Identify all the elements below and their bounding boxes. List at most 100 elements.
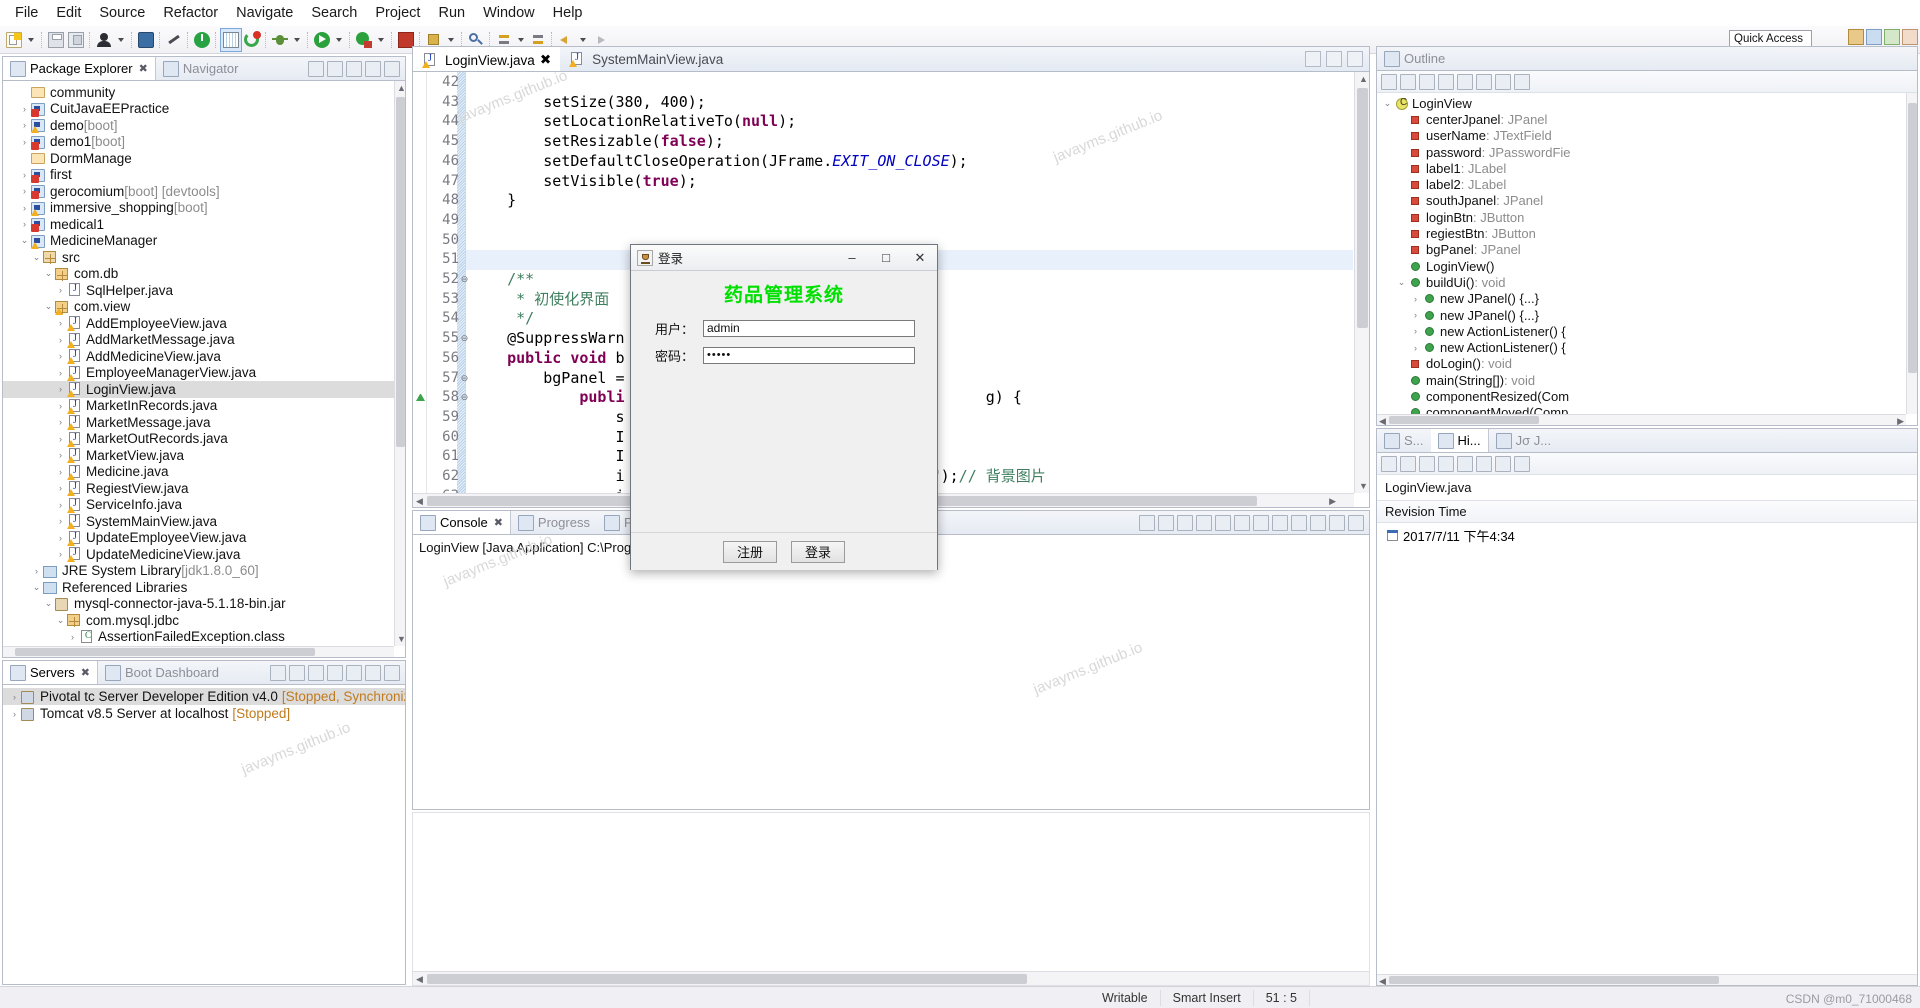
save-icon[interactable]: [46, 28, 66, 52]
tree-node[interactable]: ⌄com.db: [3, 266, 394, 283]
history-hscrollbar[interactable]: ◀: [1377, 974, 1917, 985]
twisty-icon[interactable]: ›: [30, 566, 43, 576]
tree-node[interactable]: ›AddMedicineView.java: [3, 348, 394, 365]
outline-row[interactable]: label2 : JLabel: [1377, 176, 1906, 192]
twisty-icon[interactable]: ›: [54, 335, 67, 345]
scroll-right-icon[interactable]: ▶: [1897, 416, 1904, 427]
twisty-icon[interactable]: ›: [54, 533, 67, 543]
twisty-icon[interactable]: ›: [54, 483, 67, 493]
tab-console[interactable]: Console✖: [413, 511, 511, 534]
outline-row[interactable]: southJpanel : JPanel: [1377, 193, 1906, 209]
outline-hscrollbar[interactable]: ◀ ▶: [1377, 414, 1906, 425]
outline-row[interactable]: regiestBtn : JButton: [1377, 225, 1906, 241]
maximize-icon[interactable]: [1347, 51, 1363, 67]
login-login-button[interactable]: 登录: [791, 541, 845, 563]
tree-node[interactable]: ›MarketView.java: [3, 447, 394, 464]
outline-row[interactable]: componentMoved(Comp: [1377, 405, 1906, 414]
twisty-icon[interactable]: ›: [54, 549, 67, 559]
scroll-up-icon[interactable]: ▲: [1359, 74, 1368, 84]
login-register-button[interactable]: 注册: [723, 541, 777, 563]
view-menu-icon[interactable]: [346, 665, 362, 681]
bottom-hscroll-thumb[interactable]: [427, 974, 1027, 984]
twisty-icon[interactable]: ⌄: [30, 252, 43, 263]
twisty-icon[interactable]: ›: [54, 417, 67, 427]
display-selected-icon[interactable]: [1272, 515, 1288, 531]
person-icon[interactable]: [94, 28, 114, 52]
tree-node[interactable]: ›EmployeeManagerView.java: [3, 365, 394, 382]
tree-node[interactable]: ›demo1 [boot]: [3, 134, 394, 151]
book-icon[interactable]: [220, 28, 242, 52]
twisty-icon[interactable]: ⌄: [42, 598, 55, 609]
twisty-icon[interactable]: ›: [54, 285, 67, 295]
package-explorer-vscrollbar[interactable]: ▲ ▼: [394, 81, 405, 646]
twisty-icon[interactable]: ›: [18, 219, 31, 229]
remove-all-icon[interactable]: [1177, 515, 1193, 531]
tree-node[interactable]: ›SystemMainView.java: [3, 513, 394, 530]
view-menu-icon[interactable]: [1305, 51, 1321, 67]
twisty-icon[interactable]: ›: [18, 186, 31, 196]
run-server-dropdown-icon[interactable]: [378, 38, 384, 42]
twisty-icon[interactable]: ›: [54, 434, 67, 444]
maximize-icon[interactable]: [1514, 456, 1530, 472]
maximize-icon[interactable]: [384, 665, 400, 681]
twisty-icon[interactable]: ›: [18, 104, 31, 114]
tree-node[interactable]: ›gerocomium [boot] [devtools]: [3, 183, 394, 200]
twisty-icon[interactable]: ⌄: [42, 301, 55, 312]
sort-icon[interactable]: [1381, 74, 1397, 90]
maximize-icon[interactable]: [384, 61, 400, 77]
editor-marker-bar[interactable]: [413, 72, 427, 493]
tree-node[interactable]: ›AddMarketMessage.java: [3, 332, 394, 349]
minimize-icon[interactable]: [365, 665, 381, 681]
tree-node[interactable]: ›UpdateEmployeeView.java: [3, 530, 394, 547]
menu-item-run[interactable]: Run: [429, 3, 474, 23]
remove-icon[interactable]: [1158, 515, 1174, 531]
tree-node[interactable]: ⌄com.view: [3, 299, 394, 316]
twisty-icon[interactable]: ›: [18, 203, 31, 213]
start-icon[interactable]: [270, 665, 286, 681]
close-icon[interactable]: ✖: [540, 52, 551, 68]
minimize-button[interactable]: –: [835, 245, 869, 271]
twisty-icon[interactable]: ⌄: [18, 235, 31, 246]
collapse-all-icon[interactable]: [308, 61, 324, 77]
outline-row[interactable]: bgPanel : JPanel: [1377, 242, 1906, 258]
hide-fields-icon[interactable]: [1400, 74, 1416, 90]
power-icon[interactable]: [192, 28, 212, 52]
run-dropdown-icon[interactable]: [336, 38, 342, 42]
pin-icon[interactable]: [1419, 456, 1435, 472]
twisty-icon[interactable]: ›: [54, 384, 67, 394]
outline-row[interactable]: doLogin() : void: [1377, 356, 1906, 372]
login-form[interactable]: 用户：admin密码：•••••: [631, 319, 937, 365]
outline-vscroll-thumb[interactable]: [1908, 103, 1917, 373]
tree-node[interactable]: ›AssertionFailedException.class: [3, 629, 394, 646]
menu-item-search[interactable]: Search: [302, 3, 366, 23]
scroll-down-icon[interactable]: ▼: [397, 634, 406, 644]
package-explorer-hscrollbar[interactable]: [3, 646, 394, 657]
tree-node[interactable]: ›SqlHelper.java: [3, 282, 394, 299]
close-icon[interactable]: ✖: [81, 666, 90, 679]
outline-row[interactable]: centerJpanel : JPanel: [1377, 111, 1906, 127]
tree-node[interactable]: ›MarketMessage.java: [3, 414, 394, 431]
refresh-icon[interactable]: [242, 28, 262, 52]
open-console-icon[interactable]: [1291, 515, 1307, 531]
twisty-icon[interactable]: ⌄: [1381, 98, 1394, 109]
twisty-icon[interactable]: ›: [1409, 343, 1422, 353]
twisty-icon[interactable]: ›: [8, 709, 21, 719]
menu-item-refactor[interactable]: Refactor: [154, 3, 227, 23]
tree-node[interactable]: ›immersive_shopping [boot]: [3, 200, 394, 217]
back-dropdown-icon[interactable]: [580, 38, 586, 42]
tab-s-[interactable]: S...: [1377, 429, 1431, 452]
login-password-input[interactable]: •••••: [703, 347, 915, 364]
login-username-input[interactable]: admin: [703, 320, 915, 337]
outline-row[interactable]: ›new ActionListener() {: [1377, 323, 1906, 339]
close-icon[interactable]: ✖: [139, 62, 148, 75]
login-dialog-titlebar[interactable]: 登录 – □ ✕: [631, 245, 937, 271]
login-dialog[interactable]: 登录 – □ ✕ 药品管理系统 用户：admin密码：••••• 注册登录: [630, 244, 938, 570]
menu-item-project[interactable]: Project: [366, 3, 429, 23]
tree-node[interactable]: ›MarketInRecords.java: [3, 398, 394, 415]
outline-row[interactable]: componentResized(Com: [1377, 388, 1906, 404]
stop-icon[interactable]: [308, 665, 324, 681]
scroll-down-icon[interactable]: ▼: [1359, 481, 1368, 491]
menu-item-help[interactable]: Help: [544, 3, 592, 23]
tree-node[interactable]: ›RegiestView.java: [3, 480, 394, 497]
refresh-icon[interactable]: [1381, 456, 1397, 472]
